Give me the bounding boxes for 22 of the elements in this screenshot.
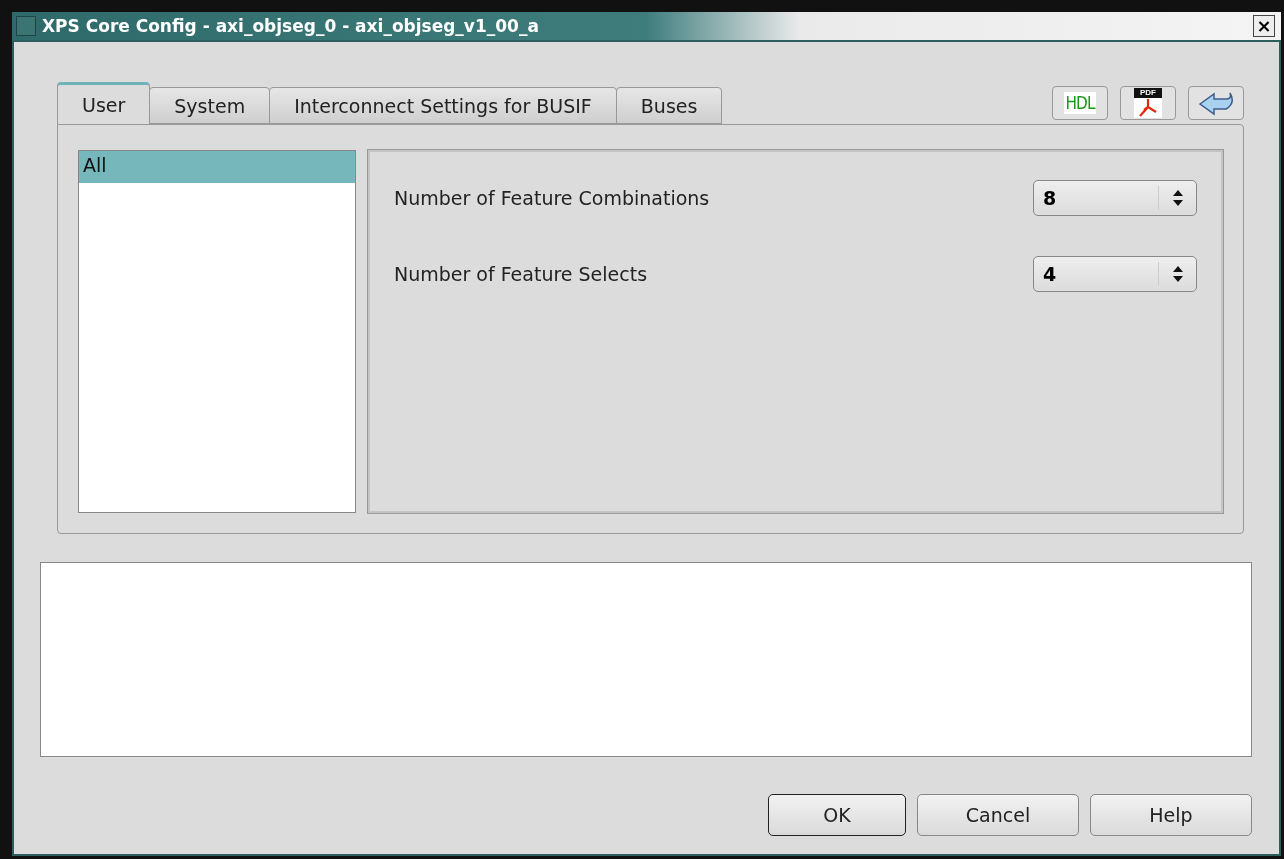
close-button[interactable]: ×: [1253, 15, 1275, 37]
parameter-label: Number of Feature Combinations: [394, 187, 710, 209]
window-icon: [16, 16, 36, 36]
up-down-arrows-icon: [1172, 265, 1184, 283]
hdl-button[interactable]: HDL: [1052, 86, 1108, 120]
tab[interactable]: Buses: [615, 87, 723, 124]
back-button[interactable]: [1188, 86, 1244, 120]
pdf-button[interactable]: PDF: [1120, 86, 1176, 120]
pdf-icon: PDF: [1134, 88, 1162, 118]
value-dropdown[interactable]: 4: [1033, 256, 1197, 292]
hdl-label: HDL: [1063, 92, 1097, 114]
value-dropdown[interactable]: 8: [1033, 180, 1197, 216]
up-down-arrows-icon: [1172, 189, 1184, 207]
dialog-button[interactable]: Help: [1090, 794, 1252, 836]
window-title: XPS Core Config - axi_objseg_0 - axi_objseg_v1_00_a: [42, 16, 540, 36]
dialog-button[interactable]: Cancel: [917, 794, 1079, 836]
list-item[interactable]: All: [79, 151, 355, 183]
dialog-button[interactable]: OK: [768, 794, 906, 836]
tab[interactable]: System: [149, 87, 271, 124]
tab[interactable]: User: [57, 82, 151, 124]
tab[interactable]: Interconnect Settings for BUSIF: [269, 87, 617, 124]
parameter-label: Number of Feature Selects: [394, 263, 648, 285]
